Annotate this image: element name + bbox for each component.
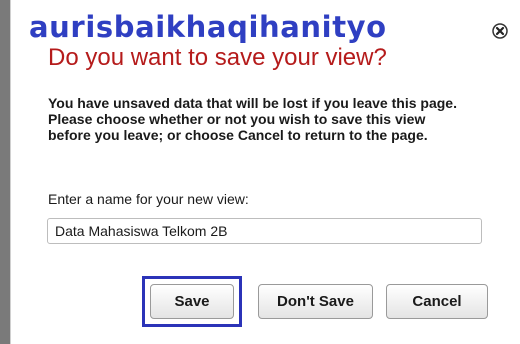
- save-button[interactable]: Save: [150, 284, 234, 319]
- view-name-label: Enter a name for your new view:: [48, 191, 249, 207]
- cancel-button[interactable]: Cancel: [386, 284, 488, 319]
- close-icon: [492, 23, 508, 39]
- window-left-edge: [0, 0, 10, 344]
- dont-save-button[interactable]: Don't Save: [258, 284, 373, 319]
- dialog-title: Do you want to save your view?: [48, 44, 387, 71]
- watermark-text: aurisbaikhaqihanityo: [29, 10, 387, 44]
- unsaved-data-message: You have unsaved data that will be lost …: [48, 95, 457, 143]
- save-view-dialog: aurisbaikhaqihanityo Do you want to save…: [11, 0, 520, 344]
- view-name-input[interactable]: [47, 218, 482, 244]
- close-button[interactable]: [490, 21, 510, 41]
